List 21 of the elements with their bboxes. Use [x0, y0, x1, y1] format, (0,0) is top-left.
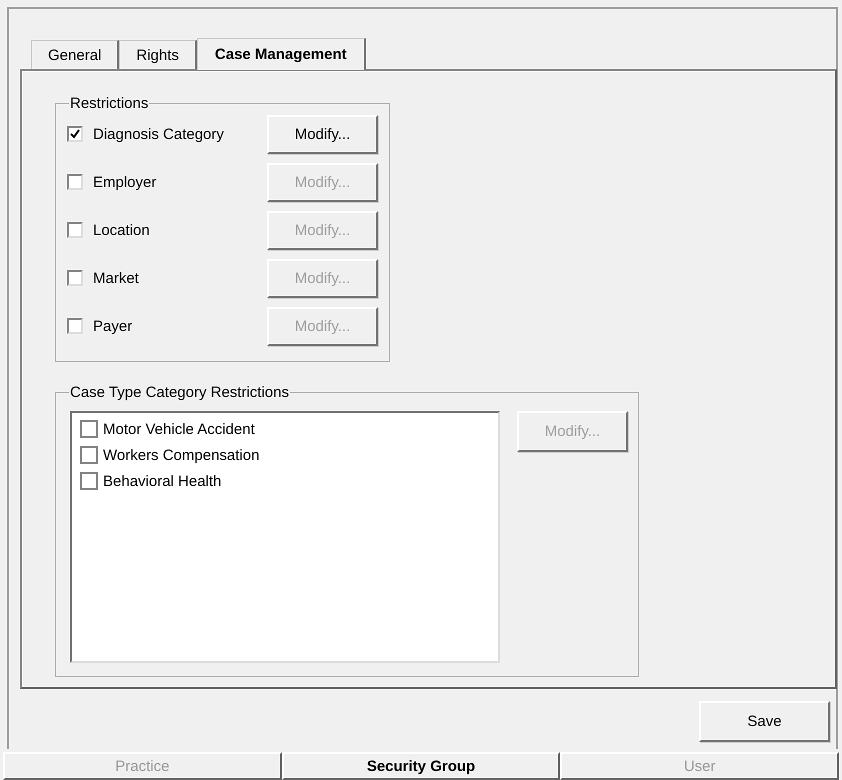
checkbox-label: Payer: [93, 318, 134, 334]
checkmark-icon: [70, 129, 80, 139]
checkbox-label: Workers Compensation: [103, 446, 260, 464]
save-button[interactable]: Save: [699, 701, 830, 742]
checkbox-label: Motor Vehicle Accident: [103, 420, 255, 438]
modify-button[interactable]: Modify...: [267, 114, 378, 154]
checkbox[interactable]: [80, 446, 98, 464]
tab[interactable]: Case Management: [196, 38, 366, 70]
list-box[interactable]: Motor Vehicle Accident Workers Compensation Behavioral Health: [70, 411, 500, 663]
checkbox-label: Market: [93, 270, 140, 286]
checkbox-label: Behavioral Health: [103, 472, 222, 490]
checkbox[interactable]: [80, 420, 98, 438]
checkbox-label: Diagnosis Category: [93, 126, 225, 142]
group-title: Case Type Category Restrictions: [69, 384, 290, 401]
tab[interactable]: General: [31, 40, 120, 69]
tab[interactable]: Rights: [119, 40, 197, 69]
checkbox[interactable]: [80, 472, 98, 490]
checkbox-label: Location: [93, 222, 151, 238]
tab[interactable]: Security Group: [282, 752, 560, 780]
checkbox-label: Employer: [93, 174, 158, 190]
checkbox[interactable]: [67, 126, 83, 142]
